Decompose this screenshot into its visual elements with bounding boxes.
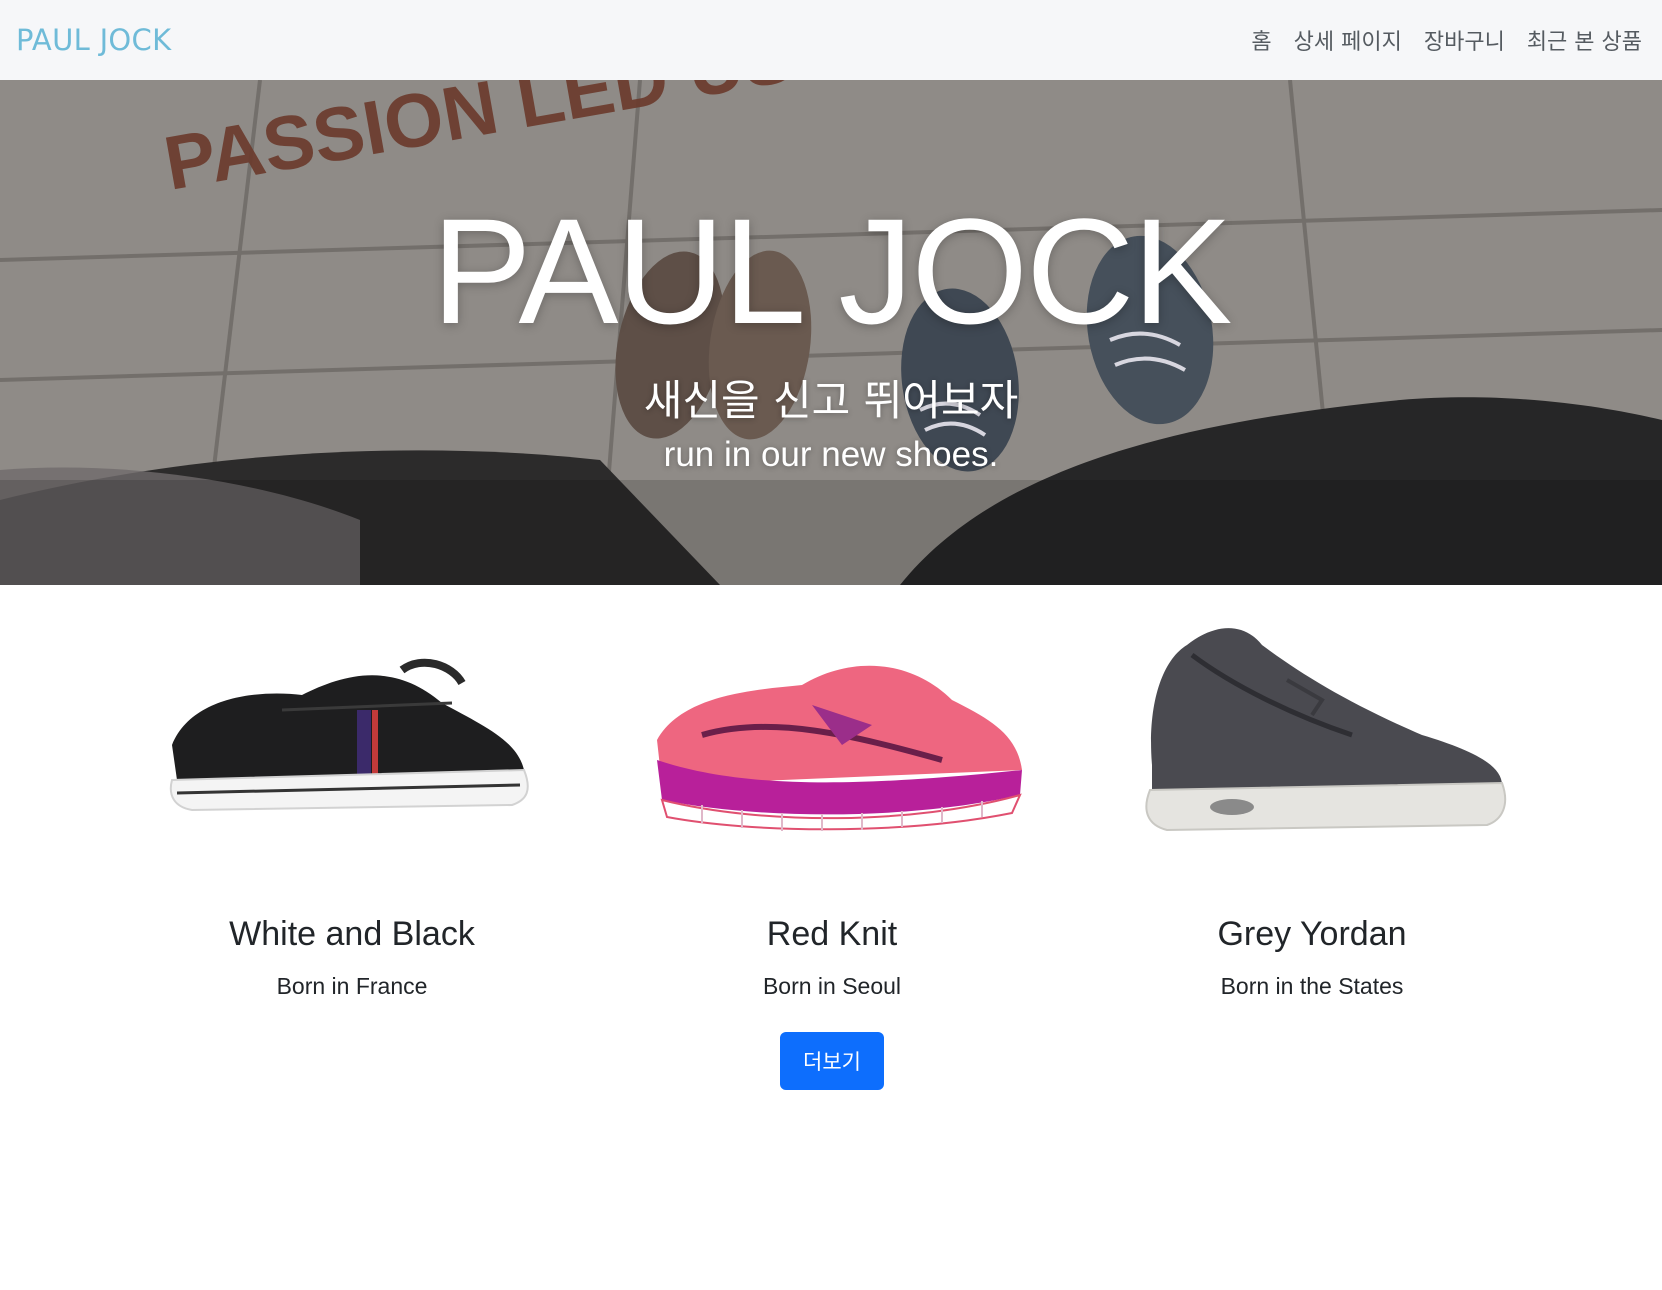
hero-banner: PASSION LED US PAUL JOCK 새신을 신고 뛰어보자 run… [0,80,1662,585]
product-origin: Born in Seoul [762,973,902,999]
more-button[interactable]: 더보기 [780,1032,884,1090]
nav-recent[interactable]: 최근 본 상품 [1527,24,1642,56]
hero-subtitle-korean: 새신을 신고 뛰어보자 [643,376,1019,425]
black-sneaker-image [169,658,529,812]
product-card: White and Black Born in France [132,585,572,999]
grey-high-top-image [1145,628,1507,832]
product-card: Grey Yordan Born in the States [1092,585,1532,999]
product-origin: Born in the States [1220,973,1404,999]
brand-logo-link[interactable]: PAUL JOCK [16,23,171,57]
nav-detail[interactable]: 상세 페이지 [1294,24,1402,56]
product-card: Red Knit Born in Seoul [612,585,1052,999]
product-name: Red Knit [766,915,898,953]
navbar: PAUL JOCK 홈 상세 페이지 장바구니 최근 본 상품 [0,0,1662,80]
hero-title: PAUL JOCK [431,187,1233,355]
product-origin: Born in France [276,973,428,999]
nav-cart[interactable]: 장바구니 [1424,24,1505,56]
product-name: White and Black [229,915,475,953]
nav-home[interactable]: 홈 [1251,24,1271,56]
nav-links: 홈 상세 페이지 장바구니 최근 본 상품 [1251,24,1642,56]
product-name: Grey Yordan [1217,915,1407,953]
red-running-shoe-image [657,665,1022,831]
hero-subtitle-english: run in our new shoes. [663,435,999,474]
